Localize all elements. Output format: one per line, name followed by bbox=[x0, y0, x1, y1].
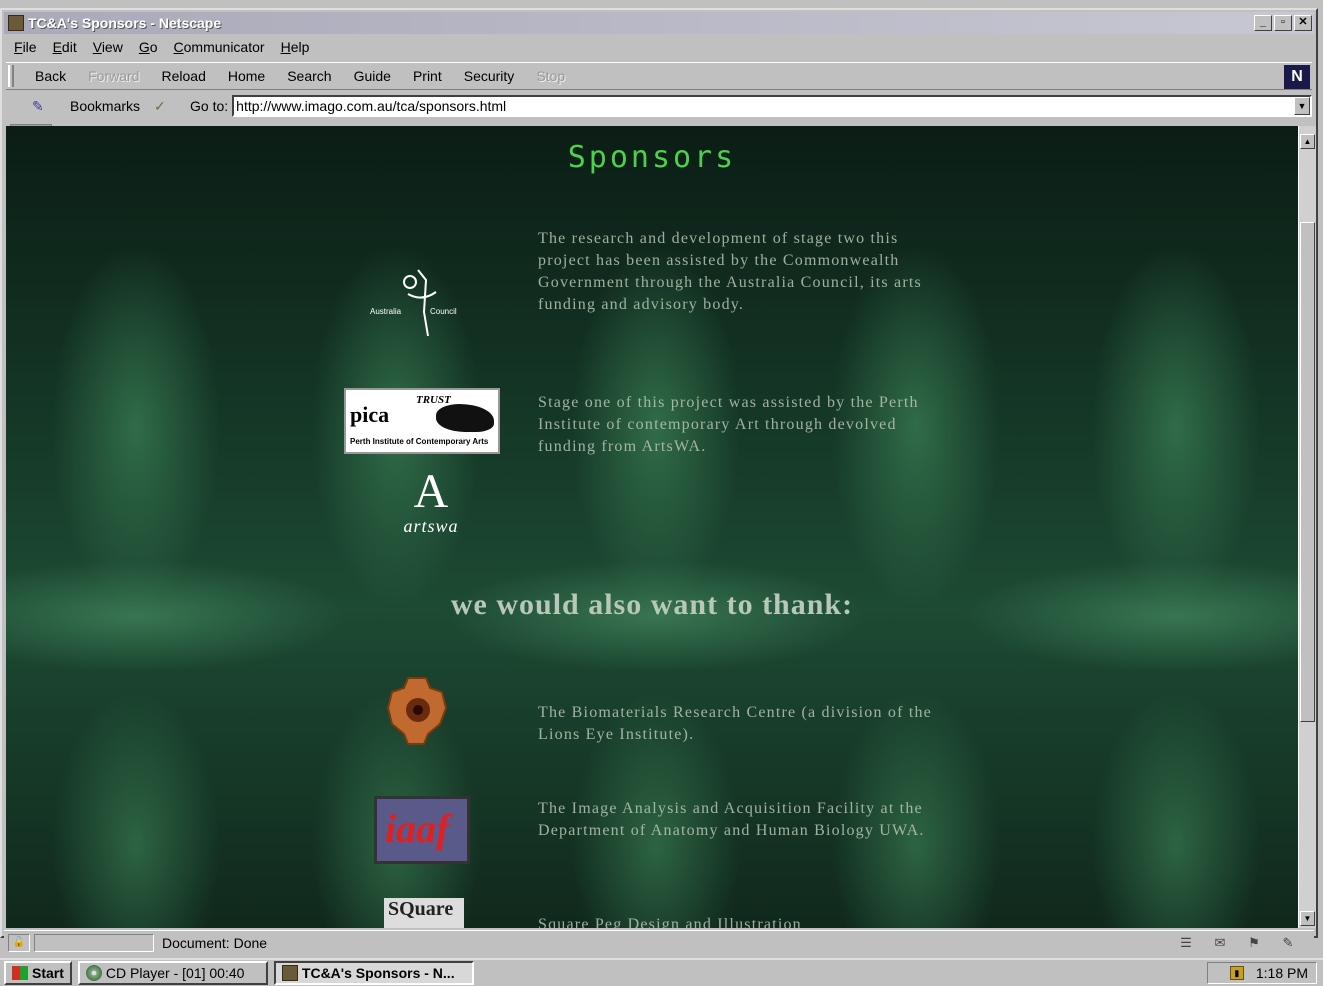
lion-icon bbox=[436, 404, 494, 432]
home-button[interactable]: Home bbox=[217, 68, 276, 84]
menu-go[interactable]: Go bbox=[131, 39, 166, 55]
progress-bar bbox=[34, 933, 154, 952]
artswa-logo[interactable]: A artswa bbox=[386, 468, 476, 540]
menu-help[interactable]: Help bbox=[273, 39, 318, 55]
windows-taskbar: Start CD Player - [01] 00:40 TC&A's Spon… bbox=[0, 958, 1323, 986]
thanks-heading: we would also want to thank: bbox=[450, 588, 854, 621]
vertical-scrollbar[interactable]: ▲ ▼ bbox=[1298, 126, 1316, 928]
artswa-logo-word: artswa bbox=[403, 516, 459, 536]
square-peg-logo-word: SQuare bbox=[388, 898, 454, 920]
iaaf-logo[interactable]: iaaf bbox=[374, 796, 470, 864]
minimize-button[interactable]: _ bbox=[1254, 15, 1272, 31]
page-proxy-icon[interactable]: ✓ bbox=[154, 98, 172, 115]
print-button[interactable]: Print bbox=[402, 68, 453, 84]
stop-button[interactable]: Stop bbox=[525, 68, 576, 84]
status-text: Document: Done bbox=[162, 934, 268, 951]
start-button[interactable]: Start bbox=[4, 961, 72, 985]
taskbar-cd-player-label: CD Player - [01] 00:40 bbox=[105, 965, 245, 981]
component-bar: ☰ ✉ ⚑ ✎ bbox=[1176, 935, 1298, 951]
forward-button[interactable]: Forward bbox=[77, 68, 150, 84]
menu-file[interactable]: File bbox=[6, 39, 45, 55]
sponsor-text-australia-council: The research and development of stage tw… bbox=[538, 230, 922, 313]
goto-label: Go to: bbox=[190, 98, 229, 114]
iaaf-logo-word: iaaf bbox=[385, 806, 450, 851]
cd-icon bbox=[85, 965, 102, 981]
volume-icon[interactable]: ▮ bbox=[1229, 966, 1244, 980]
square-peg-logo[interactable]: SQuare bbox=[384, 898, 464, 928]
netscape-task-icon bbox=[281, 965, 298, 981]
gear-icon bbox=[386, 677, 448, 745]
bookmarks-icon[interactable]: ✎ bbox=[32, 98, 52, 114]
discussion-icon[interactable]: ⚑ bbox=[1244, 935, 1264, 951]
scroll-down-arrow-icon[interactable]: ▼ bbox=[1300, 911, 1315, 926]
menu-bar: File Edit View Go Communicator Help bbox=[6, 36, 1312, 58]
australia-council-figure-icon: Australia Council bbox=[370, 269, 457, 337]
thanks-text-iaaf: The Image Analysis and Acquisition Facil… bbox=[538, 800, 925, 839]
taskbar-netscape-label: TC&A's Sponsors - N... bbox=[301, 965, 455, 981]
clock[interactable]: 1:18 PM bbox=[1256, 965, 1308, 981]
page-content: Sponsors Australia Council The research … bbox=[6, 126, 1298, 928]
location-toolbar: ✎ Bookmarks ✓ Go to: http://www.imago.co… bbox=[6, 92, 1312, 120]
menu-view[interactable]: View bbox=[85, 39, 131, 55]
guide-button[interactable]: Guide bbox=[343, 68, 402, 84]
url-dropdown-arrow-icon[interactable]: ▼ bbox=[1294, 97, 1310, 115]
close-button[interactable]: ✕ bbox=[1294, 15, 1312, 31]
security-lock-icon[interactable]: 🔓 bbox=[8, 933, 30, 952]
biomaterials-gear-logo[interactable] bbox=[378, 674, 458, 746]
search-button[interactable]: Search bbox=[276, 68, 342, 84]
mailbox-icon[interactable]: ✉ bbox=[1210, 935, 1230, 951]
title-bar: TC&A's Sponsors - Netscape _ ▫ ✕ bbox=[4, 12, 1314, 34]
svg-text:Australia: Australia bbox=[370, 307, 402, 316]
pica-logo-word: pica bbox=[350, 402, 390, 427]
back-button[interactable]: Back bbox=[24, 68, 77, 84]
sponsor-text-pica: Stage one of this project was assisted b… bbox=[538, 394, 919, 455]
scroll-up-arrow-icon[interactable]: ▲ bbox=[1300, 134, 1315, 149]
taskbar-netscape[interactable]: TC&A's Sponsors - N... bbox=[273, 961, 474, 985]
maximize-button[interactable]: ▫ bbox=[1274, 15, 1292, 31]
toolbar-grip[interactable] bbox=[8, 65, 14, 87]
window-controls: _ ▫ ✕ bbox=[1254, 15, 1312, 31]
bookmarks-button[interactable]: Bookmarks bbox=[70, 98, 140, 114]
taskbar-cd-player[interactable]: CD Player - [01] 00:40 bbox=[77, 961, 268, 985]
netscape-n-logo[interactable]: N bbox=[1284, 65, 1310, 89]
url-text: http://www.imago.com.au/tca/sponsors.htm… bbox=[236, 98, 507, 114]
menu-edit[interactable]: Edit bbox=[45, 39, 85, 55]
start-label: Start bbox=[32, 965, 64, 981]
australia-council-logo[interactable]: Australia Council bbox=[366, 266, 476, 340]
svg-text:Council: Council bbox=[430, 307, 457, 316]
status-bar: 🔓 Document: Done ☰ ✉ ⚑ ✎ bbox=[4, 930, 1314, 954]
netscape-app-icon bbox=[8, 15, 24, 31]
artswa-a-icon: A bbox=[413, 465, 449, 518]
thanks-text-square-peg: Square Peg Design and Illustration bbox=[538, 916, 802, 928]
pica-logo-subtitle: Perth Institute of Contemporary Arts bbox=[350, 437, 489, 446]
page-title: Sponsors bbox=[567, 140, 737, 175]
navigator-icon[interactable]: ☰ bbox=[1176, 935, 1196, 951]
windows-logo-icon bbox=[12, 966, 28, 980]
window-title: TC&A's Sponsors - Netscape bbox=[28, 15, 222, 31]
thanks-text-biomaterials: The Biomaterials Research Centre (a divi… bbox=[538, 704, 932, 743]
reload-button[interactable]: Reload bbox=[150, 68, 216, 84]
url-input[interactable]: http://www.imago.com.au/tca/sponsors.htm… bbox=[232, 95, 1312, 117]
system-tray: ▮ 1:18 PM bbox=[1207, 962, 1317, 984]
composer-icon[interactable]: ✎ bbox=[1278, 935, 1298, 951]
security-button[interactable]: Security bbox=[453, 68, 526, 84]
navigation-toolbar: Back Forward Reload Home Search Guide Pr… bbox=[6, 62, 1312, 90]
menu-communicator[interactable]: Communicator bbox=[166, 39, 273, 55]
scroll-thumb[interactable] bbox=[1300, 222, 1315, 722]
pica-logo[interactable]: pica TRUST Perth Institute of Contempora… bbox=[344, 388, 500, 454]
pica-trust-label: TRUST bbox=[416, 394, 451, 406]
